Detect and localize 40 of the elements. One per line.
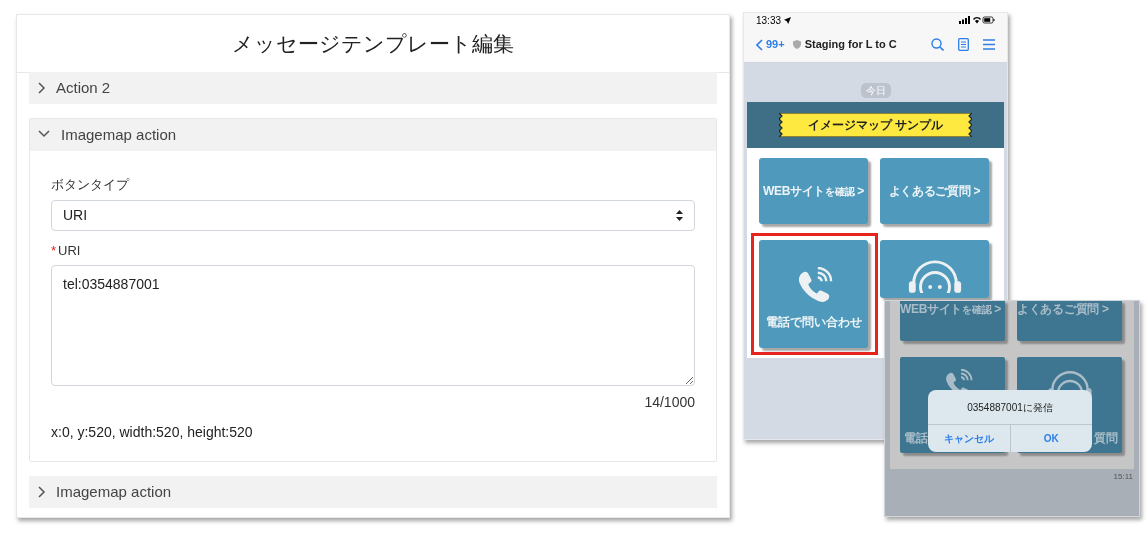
menu-icon[interactable] [983,39,995,50]
imagemap-tile[interactable]: 電話で問い合わせ [759,240,868,348]
alert-message: 0354887001に発信 [966,400,1054,415]
chevron-right-icon [37,82,46,94]
search-icon[interactable] [931,38,944,51]
accordion-header[interactable]: Imagemap action [29,476,717,508]
field-label: ボタンタイプ [51,176,131,194]
shield-icon [792,40,801,49]
accordion-header[interactable]: Imagemap action [30,119,716,151]
select-field[interactable]: URI [51,199,695,231]
uri-textarea[interactable]: tel:0354887001 [51,265,695,386]
back-button[interactable]: 99+ [756,36,785,53]
status-time: 13:33 [756,13,782,28]
tile-label: よくあるご質問 > [888,183,981,200]
area-coordinates: x:0, y:520, width:520, height:520 [51,423,254,442]
note-icon[interactable] [958,38,969,51]
tile-label: WEBサイト を確認 > [900,301,1002,318]
banner-text: イメージマップ サンプル [807,117,944,134]
tile-label: 電話で問い合わせ [765,314,862,331]
imagemap-tile[interactable]: よくあるご質問 > [880,158,989,224]
accordion-header[interactable]: Action 2 [29,72,717,104]
tile-label: よくあるご質問 > [1017,301,1109,318]
chevron-left-icon [756,38,763,51]
chat-title: Staging for L to C [804,37,898,53]
chevron-right-icon [37,486,46,498]
tile-label: 質問 [1094,430,1118,447]
updown-icon [676,209,683,221]
character-counter: 14/1000 [644,393,695,412]
dialog-button[interactable]: キャンセル [928,425,1010,452]
dialog-button[interactable]: OK [1009,425,1092,452]
tile-label: WEBサイト を確認 > [762,183,865,200]
status-icons-drawing [959,16,995,24]
message-time: 15:11 [1113,471,1133,483]
imagemap-tile[interactable]: WEBサイト を確認 > [759,158,868,224]
location-arrow-icon [784,16,792,24]
required-mark: * [51,243,57,257]
imagemap-tile[interactable] [880,240,989,298]
page-title: メッセージテンプレート編集 [232,30,514,57]
tile-label: 電話 [904,430,928,447]
field-label: URI [58,241,81,260]
